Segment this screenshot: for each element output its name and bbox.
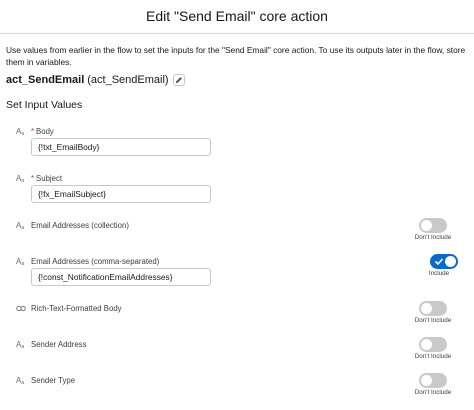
param-label: Sender Type <box>31 376 76 385</box>
param-label: Sender Address <box>31 340 87 349</box>
include-toggle[interactable] <box>419 218 447 233</box>
toggle-label: Don't Include <box>414 353 452 360</box>
toggle-knob <box>445 256 456 267</box>
toggle-knob <box>421 375 432 386</box>
text-type-icon: Aa <box>16 257 25 267</box>
action-label: (act_SendEmail) <box>87 74 169 86</box>
param-label: Email Addresses (collection) <box>31 221 129 230</box>
body-input[interactable]: {!txt_EmailBody} <box>31 138 211 156</box>
email-addresses-input[interactable]: {!const_NotificationEmailAddresses} <box>31 268 211 286</box>
text-type-icon: Aa <box>16 376 25 386</box>
toggle-label: Don't Include <box>414 234 452 241</box>
toggle-label: Don't Include <box>414 317 452 324</box>
text-type-icon: Aa <box>16 127 25 137</box>
include-toggle[interactable] <box>419 301 447 316</box>
text-type-icon: Aa <box>16 221 25 231</box>
modal-header: Edit "Send Email" core action <box>0 0 474 34</box>
param-label: * Subject <box>31 174 63 183</box>
link-icon <box>16 304 26 314</box>
action-name: act_SendEmail (act_SendEmail) <box>6 74 185 86</box>
toggle-knob <box>421 220 432 231</box>
toggle-label: Don't Include <box>414 389 452 396</box>
action-api-name: act_SendEmail <box>6 74 85 86</box>
subject-input[interactable]: {!fx_EmailSubject} <box>31 185 211 203</box>
toggle-knob <box>421 303 432 314</box>
required-marker: * <box>31 127 35 136</box>
param-label: Email Addresses (comma-separated) <box>31 257 160 266</box>
include-toggle[interactable] <box>430 254 458 269</box>
toggle-label: Include <box>428 270 450 277</box>
text-type-icon: Aa <box>16 174 25 184</box>
toggle-knob <box>421 339 432 350</box>
required-marker: * <box>31 174 35 183</box>
text-type-icon: Aa <box>16 340 25 350</box>
param-label: * Body <box>31 127 54 136</box>
modal-title: Edit "Send Email" core action <box>146 8 328 24</box>
include-toggle[interactable] <box>419 373 447 388</box>
param-label: Rich-Text-Formatted Body <box>31 304 122 313</box>
check-icon <box>434 258 444 266</box>
pencil-icon <box>175 76 182 84</box>
edit-action-button[interactable] <box>172 74 185 86</box>
intro-text: Use values from earlier in the flow to s… <box>6 45 466 67</box>
include-toggle[interactable] <box>419 337 447 352</box>
section-title: Set Input Values <box>6 99 83 111</box>
